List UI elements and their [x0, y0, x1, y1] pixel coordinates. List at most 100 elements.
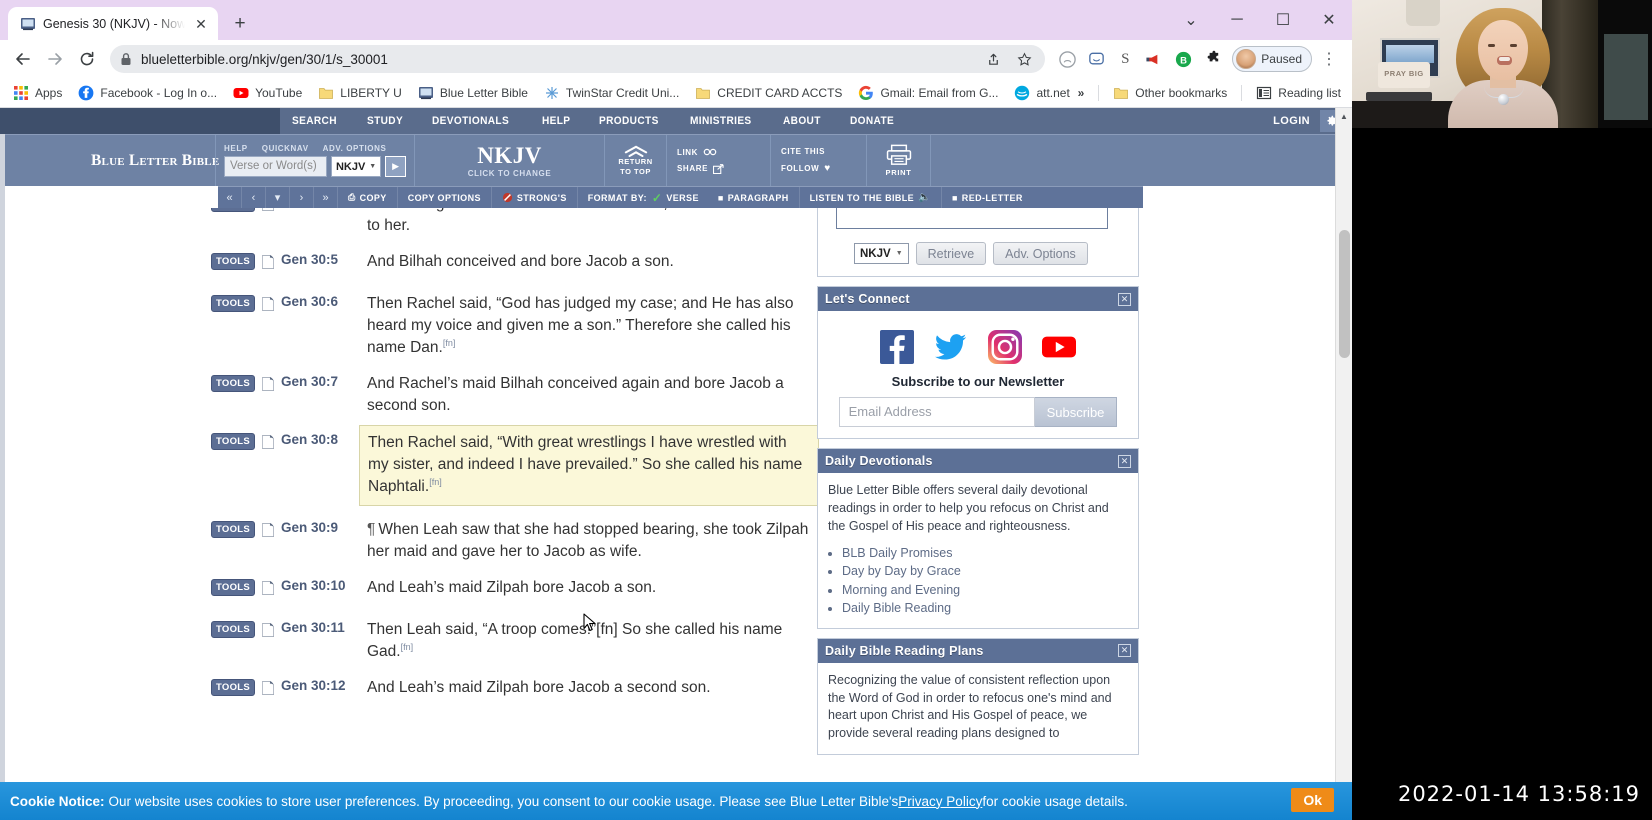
verse-reference[interactable]: Gen 30:12: [281, 678, 367, 693]
print-button[interactable]: PRINT: [867, 135, 931, 186]
nav-donate[interactable]: DONATE: [838, 108, 906, 134]
bookmark-star-icon[interactable]: [1013, 48, 1035, 70]
verse-tools-button[interactable]: TOOLS: [211, 579, 255, 597]
site-search-go-button[interactable]: ▶: [385, 156, 406, 177]
puzzle-extensions-icon[interactable]: [1198, 45, 1226, 73]
window-minimize-button[interactable]: ─: [1214, 0, 1260, 40]
site-search-version-select[interactable]: NKJV ▼: [330, 156, 382, 177]
devotional-link[interactable]: Daily Bible Reading: [842, 599, 1128, 617]
skype-extension-icon[interactable]: S: [1111, 45, 1139, 73]
mini-link-help[interactable]: HELP: [224, 144, 248, 153]
footnote-marker[interactable]: [fn]: [401, 642, 414, 652]
nav-dropdown-button[interactable]: ▾: [266, 186, 290, 209]
strongs-button[interactable]: STRONG'S: [492, 186, 578, 209]
verse-copy-icon[interactable]: 🗋: [255, 208, 281, 221]
nav-study[interactable]: STUDY: [355, 108, 415, 134]
page-scrollbar[interactable]: ▲: [1335, 108, 1352, 820]
format-verse-option[interactable]: ✓ VERSE: [652, 187, 708, 209]
return-to-top-button[interactable]: RETURN TO TOP: [605, 135, 667, 186]
share-button[interactable]: SHARE: [677, 163, 770, 174]
bookmark-youtube[interactable]: YouTube: [226, 81, 309, 105]
browser-menu-button[interactable]: ⋮: [1314, 44, 1344, 74]
nav-ministries[interactable]: MINISTRIES: [678, 108, 764, 134]
bookmark-twinstar[interactable]: TwinStar Credit Uni...: [537, 81, 686, 105]
verse-reference[interactable]: Gen 30:7: [281, 374, 367, 389]
retrieve-version-select[interactable]: NKJV ▼: [854, 243, 909, 264]
tab-close-icon[interactable]: ✕: [192, 15, 210, 33]
verse-tools-button[interactable]: TOOLS: [211, 375, 255, 393]
close-icon[interactable]: ✕: [1118, 454, 1131, 468]
site-logo[interactable]: Blue Letter Bible: [5, 135, 219, 186]
retrieve-button[interactable]: Retrieve: [915, 242, 987, 265]
share-icon[interactable]: [982, 48, 1004, 70]
verse-reference[interactable]: Gen 30:8: [281, 432, 367, 447]
verse-tools-button[interactable]: TOOLS: [211, 253, 255, 270]
verse-copy-icon[interactable]: 🗋: [255, 620, 281, 647]
profile-paused-button[interactable]: Paused: [1232, 46, 1312, 72]
verse-tools-button[interactable]: TOOLS: [211, 208, 255, 212]
verse-copy-icon[interactable]: 🗋: [255, 432, 281, 459]
verse-copy-icon[interactable]: 🗋: [255, 520, 281, 547]
version-badge[interactable]: NKJV CLICK TO CHANGE: [415, 135, 605, 186]
verse-tools-button[interactable]: TOOLS: [211, 621, 255, 639]
nav-search[interactable]: SEARCH: [280, 108, 349, 134]
email-input[interactable]: Email Address: [838, 397, 1035, 427]
nav-about[interactable]: ABOUT: [771, 108, 833, 134]
verse-reference[interactable]: Gen 30:4: [281, 208, 367, 209]
devotional-link[interactable]: Morning and Evening: [842, 581, 1128, 599]
link-button[interactable]: LINK: [677, 148, 770, 157]
verse-reference[interactable]: Gen 30:5: [281, 252, 367, 267]
nav-last-button[interactable]: »: [314, 186, 338, 209]
nav-products[interactable]: PRODUCTS: [587, 108, 671, 134]
verse-copy-icon[interactable]: 🗋: [255, 294, 281, 321]
browser-tab[interactable]: Genesis 30 (NKJV) - Now when R ✕: [8, 7, 218, 40]
bookmark-facebook[interactable]: Facebook - Log In o...: [71, 81, 224, 105]
verse-reference[interactable]: Gen 30:9: [281, 520, 367, 535]
other-bookmarks-folder[interactable]: Other bookmarks: [1106, 81, 1234, 105]
youtube-icon[interactable]: [1042, 330, 1076, 364]
verse-reference[interactable]: Gen 30:11: [281, 620, 367, 635]
reading-list-button[interactable]: Reading list: [1249, 81, 1348, 105]
bookmark-liberty-u[interactable]: LIBERTY U: [311, 81, 409, 105]
verse-tools-button[interactable]: TOOLS: [211, 433, 255, 451]
bookmark-credit-card-accts[interactable]: CREDIT CARD ACCTS: [688, 81, 849, 105]
bookmarks-overflow-button[interactable]: »: [1071, 81, 1092, 105]
close-icon[interactable]: ✕: [1118, 292, 1131, 306]
listen-to-bible-button[interactable]: LISTEN TO THE BIBLE 🔈: [800, 186, 942, 209]
verse-reference[interactable]: Gen 30:10: [281, 578, 367, 593]
privacy-policy-link[interactable]: Privacy Policy: [898, 794, 982, 809]
megaphone-extension-icon[interactable]: [1140, 45, 1168, 73]
retrieve-textarea[interactable]: [836, 208, 1108, 229]
back-button[interactable]: [8, 44, 38, 74]
footnote-marker[interactable]: [fn]: [443, 338, 456, 348]
verse-copy-icon[interactable]: 🗋: [255, 578, 281, 605]
copy-button[interactable]: ⎙ COPY: [338, 186, 398, 209]
tab-search-chevron-icon[interactable]: ⌄: [1168, 0, 1214, 40]
bitwarden-extension-icon[interactable]: B: [1169, 45, 1197, 73]
bookmark-gmail[interactable]: Gmail: Email from G...: [851, 81, 1005, 105]
window-maximize-button[interactable]: ☐: [1260, 0, 1306, 40]
subscribe-button[interactable]: Subscribe: [1034, 397, 1118, 427]
red-letter-option[interactable]: ■ RED-LETTER: [942, 187, 1033, 209]
verse-copy-icon[interactable]: 🗋: [255, 374, 281, 401]
adv-options-button[interactable]: Adv. Options: [993, 242, 1088, 265]
copy-options-button[interactable]: COPY OPTIONS: [398, 186, 492, 209]
follow-button[interactable]: FOLLOW ♥: [781, 163, 866, 174]
site-search-input[interactable]: Verse or Word(s): [224, 156, 327, 177]
scroll-up-arrow[interactable]: ▲: [1336, 108, 1352, 125]
facebook-icon[interactable]: [880, 330, 914, 364]
chat-bubble-extension-icon[interactable]: [1082, 45, 1110, 73]
verse-tools-button[interactable]: TOOLS: [211, 521, 255, 539]
nav-first-button[interactable]: «: [218, 186, 242, 209]
forward-button[interactable]: [40, 44, 70, 74]
twitter-icon[interactable]: [934, 330, 968, 364]
nav-help[interactable]: HELP: [530, 108, 582, 134]
verse-copy-icon[interactable]: 🗋: [255, 252, 281, 279]
instagram-icon[interactable]: [988, 330, 1022, 364]
verse-tools-button[interactable]: TOOLS: [211, 679, 255, 697]
verse-copy-icon[interactable]: 🗋: [255, 678, 281, 705]
footnote-marker[interactable]: [fn]: [429, 477, 442, 487]
reload-button[interactable]: [72, 44, 102, 74]
honey-extension-icon[interactable]: [1053, 45, 1081, 73]
nav-devotionals[interactable]: DEVOTIONALS: [420, 108, 521, 134]
